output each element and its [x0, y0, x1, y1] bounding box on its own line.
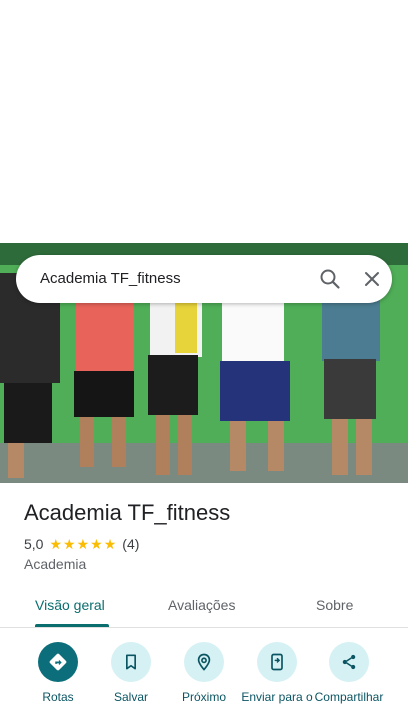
star-icon: ★ — [49, 536, 63, 552]
rating-value: 5,0 — [24, 536, 44, 552]
star-icon: ★ — [103, 536, 117, 552]
directions-icon — [49, 653, 67, 671]
send-to-phone-icon — [271, 653, 283, 671]
save-label: Salvar — [113, 690, 148, 704]
place-category[interactable]: Academia — [24, 556, 86, 572]
nearby-button[interactable]: Próximo — [164, 640, 244, 704]
share-button[interactable]: Compartilhar — [309, 640, 389, 704]
place-title: Academia TF_fitness — [24, 500, 231, 525]
share-label: Compartilhar — [314, 690, 384, 704]
search-query-text[interactable]: Academia TF_fitness — [40, 270, 181, 287]
action-bar: Rotas Salvar Próximo Enviar para o Compa… — [0, 640, 408, 726]
nearby-label: Próximo — [181, 690, 226, 704]
active-tab-indicator — [35, 624, 109, 627]
star-icon: ★ — [76, 536, 90, 552]
map-blank-area — [0, 0, 408, 243]
rating-row[interactable]: 5,0 ★ ★ ★ ★ ★ (4) — [24, 536, 139, 552]
tab-about[interactable]: Sobre — [316, 597, 353, 613]
directions-label: Rotas — [42, 690, 74, 704]
directions-button[interactable]: Rotas — [18, 640, 98, 704]
tab-overview[interactable]: Visão geral — [35, 597, 105, 613]
share-icon — [342, 654, 356, 670]
tab-reviews[interactable]: Avaliações — [168, 597, 235, 613]
search-icon[interactable] — [318, 267, 342, 291]
nearby-icon — [197, 653, 211, 671]
review-count[interactable]: (4) — [122, 536, 139, 552]
send-to-phone-label: Enviar para o — [241, 690, 313, 704]
rating-stars: ★ ★ ★ ★ ★ — [49, 537, 116, 551]
search-bar[interactable]: Academia TF_fitness — [16, 255, 392, 303]
close-icon[interactable] — [360, 267, 384, 291]
send-to-phone-button[interactable]: Enviar para o — [237, 640, 317, 704]
star-icon: ★ — [90, 536, 103, 552]
place-tabs: Visão geral Avaliações Sobre — [0, 585, 408, 628]
save-button[interactable]: Salvar — [91, 640, 171, 704]
star-icon: ★ — [63, 536, 76, 552]
bookmark-icon — [126, 654, 136, 670]
